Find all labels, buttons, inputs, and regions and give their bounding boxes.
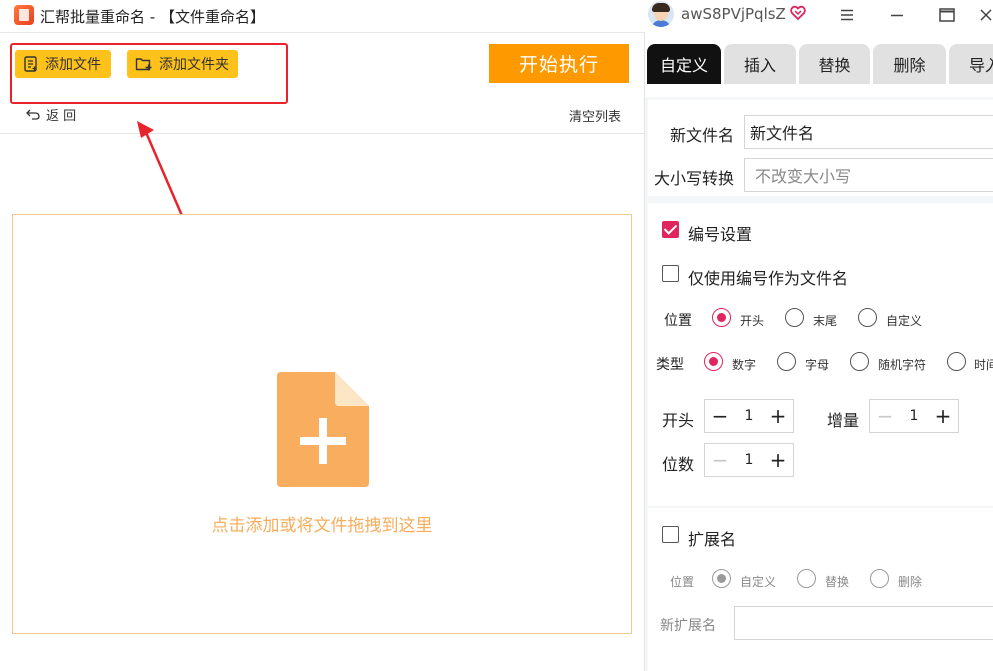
increment-label: 增量 — [827, 411, 860, 430]
only-number-checkbox[interactable] — [662, 265, 679, 282]
tab-delete[interactable]: 删除 — [873, 44, 946, 84]
menu-icon[interactable] — [832, 2, 862, 28]
new-name-input[interactable]: 新文件名 — [744, 115, 993, 149]
digits-increment-button[interactable]: + — [763, 444, 793, 476]
digits-decrement-button[interactable]: − — [705, 444, 735, 476]
type-letter-radio[interactable] — [777, 352, 796, 371]
close-icon[interactable] — [978, 2, 993, 28]
clear-list-button[interactable]: 清空列表 — [569, 106, 621, 125]
ext-replace-label: 替换 — [825, 575, 850, 589]
case-select[interactable]: 不改变大小写 — [744, 158, 993, 192]
type-letter-label: 字母 — [805, 358, 830, 372]
digits-value[interactable]: 1 — [735, 452, 763, 468]
increment-value[interactable]: 1 — [900, 408, 928, 424]
ext-position-label: 位置 — [670, 575, 695, 589]
user-avatar[interactable] — [648, 1, 674, 27]
numbering-label: 编号设置 — [688, 225, 753, 244]
type-number-radio[interactable] — [704, 352, 723, 371]
ext-delete-radio[interactable] — [870, 569, 889, 588]
type-label: 类型 — [656, 357, 684, 373]
minimize-icon[interactable] — [882, 2, 912, 28]
drop-zone-hint: 点击添加或将文件拖拽到这里 — [211, 516, 433, 536]
extension-label: 扩展名 — [688, 530, 737, 549]
start-button[interactable]: 开始执行 — [489, 44, 629, 83]
divider — [0, 133, 645, 134]
start-stepper: − 1 + — [704, 399, 794, 433]
start-increment-button[interactable]: + — [763, 400, 793, 432]
position-start-label: 开头 — [740, 314, 765, 328]
start-value[interactable]: 1 — [735, 408, 763, 424]
back-label: 返 回 — [46, 108, 77, 124]
add-file-icon — [277, 372, 369, 487]
ext-custom-radio[interactable] — [712, 569, 731, 588]
annotation-highlight-box — [10, 43, 288, 104]
position-label: 位置 — [664, 313, 692, 329]
divider — [0, 32, 645, 33]
case-label: 大小写转换 — [654, 169, 735, 188]
file-drop-zone[interactable]: 点击添加或将文件拖拽到这里 — [12, 214, 632, 634]
new-ext-input[interactable] — [734, 606, 993, 640]
extension-checkbox[interactable] — [662, 526, 679, 543]
position-custom-radio[interactable] — [858, 308, 877, 327]
type-random-label: 随机字符 — [878, 358, 927, 372]
tab-custom[interactable]: 自定义 — [647, 44, 721, 84]
increment-stepper: − 1 + — [869, 399, 959, 433]
maximize-icon[interactable] — [932, 2, 962, 28]
new-name-label: 新文件名 — [670, 126, 735, 145]
app-logo-icon — [14, 5, 34, 25]
position-start-radio[interactable] — [712, 308, 731, 327]
ext-custom-label: 自定义 — [740, 575, 777, 589]
undo-arrow-icon — [26, 109, 40, 120]
type-random-radio[interactable] — [850, 352, 869, 371]
app-window: 汇帮批量重命名 - 【文件重命名】 awS8PVjPqlsZ 添加文件 添加文件… — [0, 0, 993, 671]
back-button[interactable]: 返 回 — [26, 105, 77, 124]
type-number-label: 数字 — [732, 358, 757, 372]
digits-label: 位数 — [662, 455, 695, 474]
vip-heart-icon[interactable] — [790, 5, 806, 21]
increment-increment-button[interactable]: + — [928, 400, 958, 432]
increment-decrement-button[interactable]: − — [870, 400, 900, 432]
type-time-label: 时间 — [974, 358, 993, 372]
digits-stepper: − 1 + — [704, 443, 794, 477]
tab-strip-spacer — [647, 84, 993, 97]
user-name[interactable]: awS8PVjPqlsZ — [681, 5, 786, 23]
title-bar: 汇帮批量重命名 - 【文件重命名】 awS8PVjPqlsZ — [0, 0, 993, 32]
only-number-label: 仅使用编号作为文件名 — [688, 269, 849, 288]
start-decrement-button[interactable]: − — [705, 400, 735, 432]
window-title: 汇帮批量重命名 - 【文件重命名】 — [40, 8, 265, 26]
position-custom-label: 自定义 — [886, 314, 923, 328]
extension-section: 扩展名 位置 自定义 替换 删除 新扩展名 — [648, 508, 993, 671]
ext-delete-label: 删除 — [898, 575, 923, 589]
tab-replace[interactable]: 替换 — [799, 44, 870, 84]
tab-import[interactable]: 导入 — [949, 44, 993, 84]
ext-replace-radio[interactable] — [797, 569, 816, 588]
start-label: 开头 — [662, 411, 695, 430]
name-section: 新文件名 新文件名 大小写转换 不改变大小写 — [648, 100, 993, 196]
tab-insert[interactable]: 插入 — [724, 44, 796, 84]
numbering-section: 编号设置 仅使用编号作为文件名 位置 开头 末尾 自定义 类型 数字 字母 随机… — [648, 203, 993, 506]
new-ext-label: 新扩展名 — [660, 618, 716, 634]
type-time-radio[interactable] — [947, 352, 966, 371]
position-end-label: 末尾 — [813, 314, 838, 328]
numbering-checkbox[interactable] — [662, 221, 679, 238]
position-end-radio[interactable] — [785, 308, 804, 327]
